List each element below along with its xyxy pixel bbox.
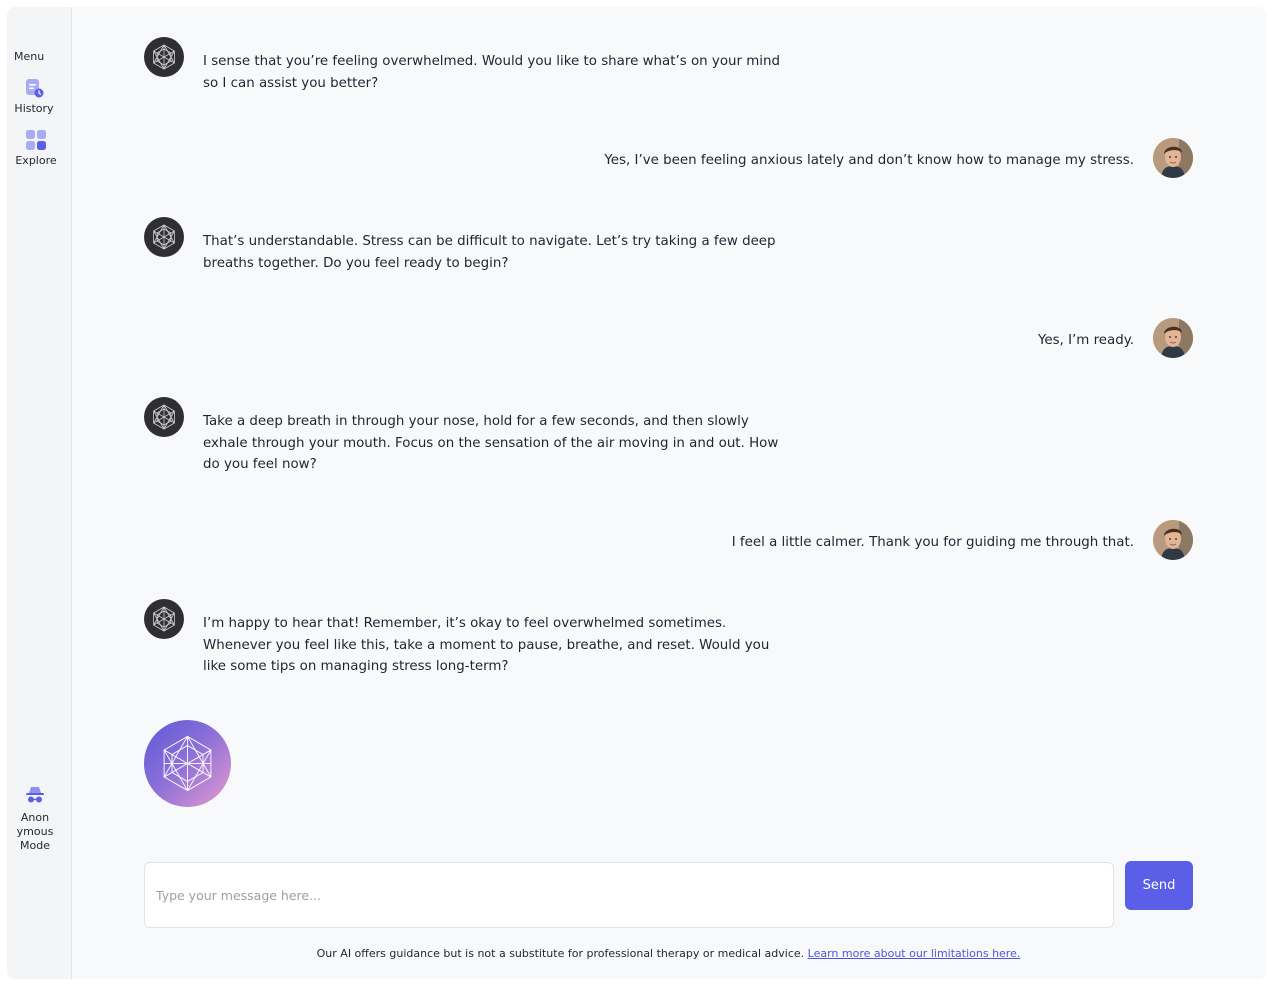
message-input[interactable] <box>156 885 1086 905</box>
sacred-geometry-icon <box>153 44 175 70</box>
assistant-message-text: That’s understandable. Stress can be dif… <box>203 234 776 271</box>
incognito-icon <box>26 787 44 803</box>
assistant-typing-orb <box>144 720 231 807</box>
assistant-message-text: Take a deep breath in through your nose,… <box>203 414 779 473</box>
assistant-avatar <box>144 217 184 257</box>
chat-panel: I sense that you’re feeling overwhelmed.… <box>71 7 1266 979</box>
history-icon <box>26 79 44 98</box>
sidebar: Menu History Explore Anon ymous Mode <box>7 7 72 979</box>
anonymous-mode-toggle[interactable]: Anon ymous Mode <box>8 785 62 853</box>
user-avatar <box>1153 318 1193 358</box>
user-avatar <box>1153 138 1193 178</box>
assistant-avatar <box>144 37 184 77</box>
assistant-avatar <box>144 599 184 639</box>
disclaimer-text: Our AI offers guidance but is not a subs… <box>316 947 805 960</box>
user-message-text: Yes, I’m ready. <box>1037 333 1134 348</box>
sacred-geometry-icon <box>153 606 175 632</box>
sacred-geometry-icon <box>163 735 212 792</box>
user-avatar <box>1153 520 1193 560</box>
assistant-message-text: I’m happy to hear that! Remember, it’s o… <box>203 616 770 675</box>
sidebar-item-explore[interactable]: Explore <box>9 129 63 167</box>
assistant-avatar <box>144 397 184 437</box>
explore-icon <box>26 130 46 150</box>
user-message: I feel a little calmer. Thank you for gu… <box>673 520 1193 560</box>
anonymous-mode-label: Anon ymous Mode <box>16 811 54 852</box>
send-button[interactable]: Send <box>1125 861 1193 910</box>
user-message: Yes, I’m ready. <box>893 318 1193 358</box>
user-message: Yes, I’ve been feeling anxious lately an… <box>573 138 1193 178</box>
menu-label: Menu <box>14 50 45 63</box>
sidebar-item-label: History <box>14 102 54 115</box>
disclaimer: Our AI offers guidance but is not a subs… <box>71 947 1266 960</box>
sacred-geometry-icon <box>153 404 175 430</box>
limitations-link[interactable]: Learn more about our limitations here. <box>808 947 1021 960</box>
sacred-geometry-icon <box>153 224 175 250</box>
sidebar-item-label: Explore <box>15 154 57 167</box>
app-window: Menu History Explore Anon ymous Mode I s… <box>7 7 1266 979</box>
user-message-text: I feel a little calmer. Thank you for gu… <box>731 535 1134 550</box>
sidebar-item-history[interactable]: History <box>7 77 61 115</box>
user-message-text: Yes, I’ve been feeling anxious lately an… <box>604 153 1134 168</box>
assistant-message-text: I sense that you’re feeling overwhelmed.… <box>203 54 781 91</box>
message-composer <box>144 862 1114 928</box>
